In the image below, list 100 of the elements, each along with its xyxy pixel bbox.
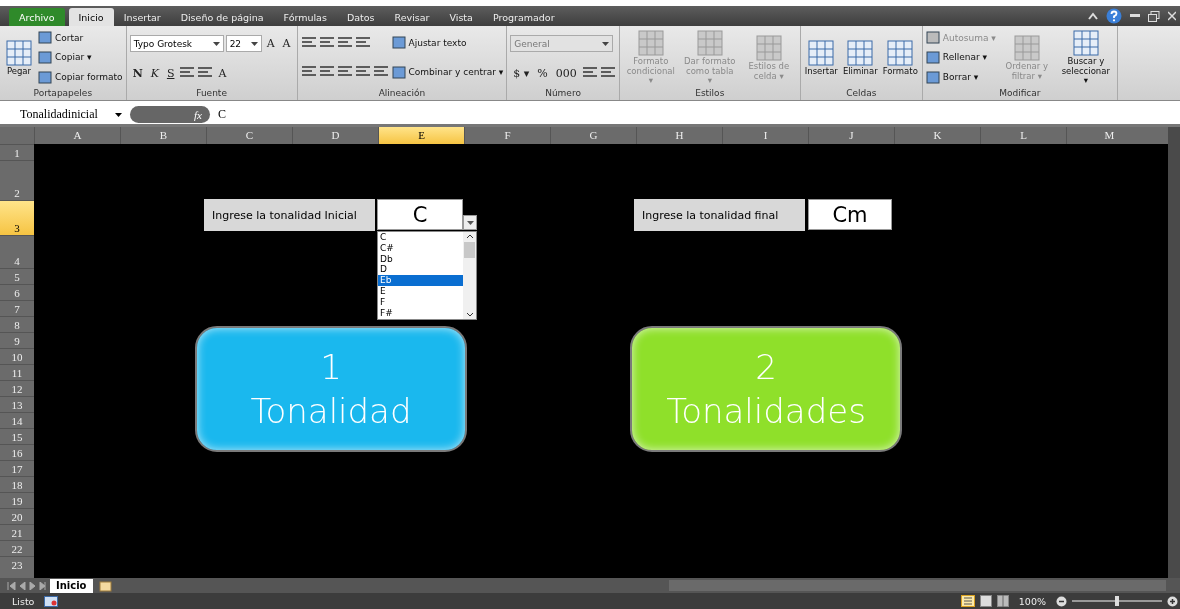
dropdown-field[interactable]: Typo Grotesk [129,35,224,52]
format-button[interactable]: K [147,66,162,80]
row-header[interactable]: 12 [0,380,34,396]
row-header[interactable]: 6 [0,284,34,300]
column-header[interactable]: B [120,127,206,144]
ribbon-button[interactable]: Formato [881,38,919,77]
format-icon[interactable] [336,35,353,50]
page-layout-icon[interactable] [979,595,992,607]
ribbon-button[interactable]: Buscar y seleccionar ▾ [1057,29,1114,86]
minimize-icon[interactable] [1130,14,1140,18]
ribbon-button[interactable]: Pegar [3,38,35,77]
ribbon-tab[interactable]: Vista [439,8,483,26]
ribbon-button[interactable]: Copiar formato [38,70,123,84]
name-box[interactable]: Tonalidadinicial [0,107,130,122]
row-header[interactable]: 15 [0,428,34,444]
ribbon-tab[interactable]: Fórmulas [273,8,337,26]
dropdown-option[interactable]: C [378,232,463,243]
normal-view-icon[interactable] [960,595,975,607]
format-icon[interactable] [318,35,335,50]
row-header[interactable]: 18 [0,476,34,492]
ribbon-button[interactable]: Ajustar texto [391,36,467,50]
row-header[interactable]: 16 [0,444,34,460]
scroll-down-icon[interactable] [465,312,474,317]
column-header[interactable]: E [378,127,464,144]
dropdown-option[interactable]: F# [378,307,463,319]
column-header[interactable]: H [636,127,722,144]
row-header[interactable]: 13 [0,396,34,412]
row-header[interactable]: 14 [0,412,34,428]
row-header[interactable]: 1 [0,144,34,160]
ribbon-button[interactable]: Copiar ▾ [38,51,92,64]
dropdown-option[interactable]: E [378,286,463,297]
column-header[interactable]: M [1066,127,1152,144]
format-button[interactable]: $ ▾ [510,66,533,80]
page-break-icon[interactable] [996,595,1009,607]
row-header[interactable]: 10 [0,348,34,364]
ribbon-tab[interactable]: Insertar [113,8,171,26]
function-button[interactable]: fx [194,108,202,121]
column-header[interactable]: G [550,127,636,144]
format-button[interactable]: A [263,37,278,50]
input-cell[interactable]: C [377,199,463,230]
format-button[interactable]: N [129,66,146,80]
ribbon-button[interactable]: Borrar ▾ [925,70,979,84]
scrollbar[interactable] [463,232,476,319]
column-header[interactable]: I [722,127,808,144]
ribbon-tab[interactable]: Programador [482,8,565,26]
format-button[interactable]: % [534,66,551,80]
macro-record-icon[interactable] [44,595,59,607]
row-header[interactable]: 3 [0,200,34,235]
format-icon[interactable] [179,66,196,80]
dropdown-option[interactable]: C# [378,242,463,254]
format-icon[interactable] [197,66,214,80]
row-header[interactable]: 19 [0,492,34,508]
format-icon[interactable] [581,66,598,80]
format-button[interactable]: A [279,37,294,50]
row-header[interactable]: 7 [0,300,34,316]
vertical-scrollbar[interactable] [1168,127,1180,578]
row-header[interactable]: 22 [0,540,34,556]
row-header[interactable]: 17 [0,460,34,476]
column-header[interactable]: K [894,127,980,144]
help-icon[interactable] [1106,8,1122,24]
row-header[interactable]: 4 [0,235,34,268]
restore-icon[interactable] [1148,10,1160,22]
column-header[interactable]: F [464,127,550,144]
sheet-nav-icon[interactable] [6,581,46,590]
format-icon[interactable] [599,66,616,80]
dropdown-option[interactable]: Eb [378,275,463,286]
zoom-level[interactable]: 100% [1018,595,1046,607]
row-header[interactable]: 5 [0,268,34,284]
dropdown-option[interactable]: F [378,296,463,308]
dropdown-button[interactable] [463,215,477,230]
dropdown-option[interactable]: D [378,264,463,276]
ribbon-button[interactable]: Cortar [38,31,84,45]
row-header[interactable]: 8 [0,316,34,332]
ribbon-tab[interactable]: Diseño de página [170,8,274,26]
format-icon[interactable] [300,35,317,50]
ribbon-tab[interactable]: Revisar [384,8,440,26]
ribbon-button[interactable]: Combinar y centrar ▾ [391,65,504,79]
ribbon-tab[interactable]: Inicio [68,8,114,26]
ribbon-tab[interactable]: Datos [336,8,385,26]
format-button[interactable]: A [215,66,230,80]
collapse-icon[interactable] [1088,12,1098,20]
dropdown-option[interactable]: Db [378,253,463,265]
format-icon[interactable] [354,35,371,50]
dropdown-field[interactable]: 22 [225,35,262,52]
close-icon[interactable] [1168,11,1176,21]
column-header[interactable]: C [206,127,292,144]
row-header[interactable]: 20 [0,508,34,524]
format-button[interactable]: S [163,66,178,80]
zoom-slider-thumb[interactable] [1115,596,1119,606]
row-header[interactable]: 21 [0,524,34,540]
format-button[interactable]: 000 [552,66,580,80]
ribbon-tab[interactable]: Archivo [9,8,65,26]
zoom-in-icon[interactable] [1167,595,1178,607]
zoom-out-icon[interactable] [1056,595,1067,607]
formula-field[interactable]: C [210,107,226,122]
ribbon-button[interactable]: Eliminar [841,38,879,77]
column-header[interactable]: L [980,127,1066,144]
new-sheet-icon[interactable] [96,579,115,592]
row-header[interactable]: 23 [0,556,34,572]
sheet-tab[interactable]: Inicio [50,578,93,593]
